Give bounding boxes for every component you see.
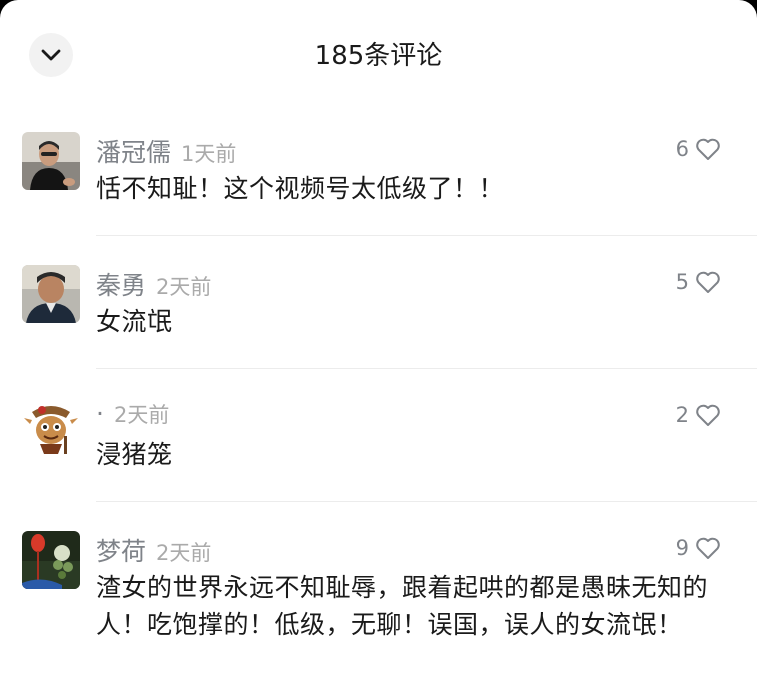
comment-time: 2天前 [156,275,212,299]
comment-time: 2天前 [156,541,212,565]
like-button[interactable]: 9 [676,532,721,564]
like-count: 6 [675,137,689,161]
like-button[interactable]: 5 [676,266,721,298]
heart-icon [696,138,720,160]
like-button[interactable]: 6 [676,133,721,165]
comment-text: 渣女的世界永远不知耻辱，跟着起哄的都是愚昧无知的人！吃饱撑的！低级，无聊！误国，… [96,573,709,639]
avatar[interactable] [22,265,80,323]
comment-author[interactable]: 梦荷 [96,532,146,568]
comment-author[interactable]: 潘冠儒 [96,133,171,169]
like-count: 5 [675,270,689,294]
heart-icon [696,271,720,293]
comment-text: 恬不知耻！这个视频号太低级了！！ [96,174,505,203]
comment-time: 2天前 [113,403,170,427]
comment-meta: 潘冠儒 1天前 [96,133,237,167]
divider [96,501,757,502]
avatar[interactable] [22,398,80,456]
comment-meta: · 2天前 [96,399,169,431]
divider [96,235,757,236]
comment-meta: 梦荷 2天前 [96,532,212,566]
comment-text: 浸猪笼 [96,440,173,469]
comment-text: 女流氓 [96,307,173,336]
avatar[interactable] [22,531,80,589]
divider [96,368,757,369]
comment-meta: 秦勇 2天前 [96,266,212,300]
comment-author[interactable]: · [96,399,104,428]
avatar[interactable] [22,132,80,190]
like-count: 2 [675,403,689,427]
comments-sheet: 185条评论 潘冠儒 1天前 6 恬不知耻！这个视频号太低级了！！ 秦勇 2天前… [0,0,757,682]
heart-icon [696,404,720,426]
comments-header: 185条评论 [0,0,757,110]
like-button[interactable]: 2 [676,399,721,431]
like-count: 9 [675,536,689,560]
comment-time: 1天前 [181,142,237,166]
comments-title: 185条评论 [314,41,443,71]
heart-icon [696,537,720,559]
comment-author[interactable]: 秦勇 [96,266,146,302]
